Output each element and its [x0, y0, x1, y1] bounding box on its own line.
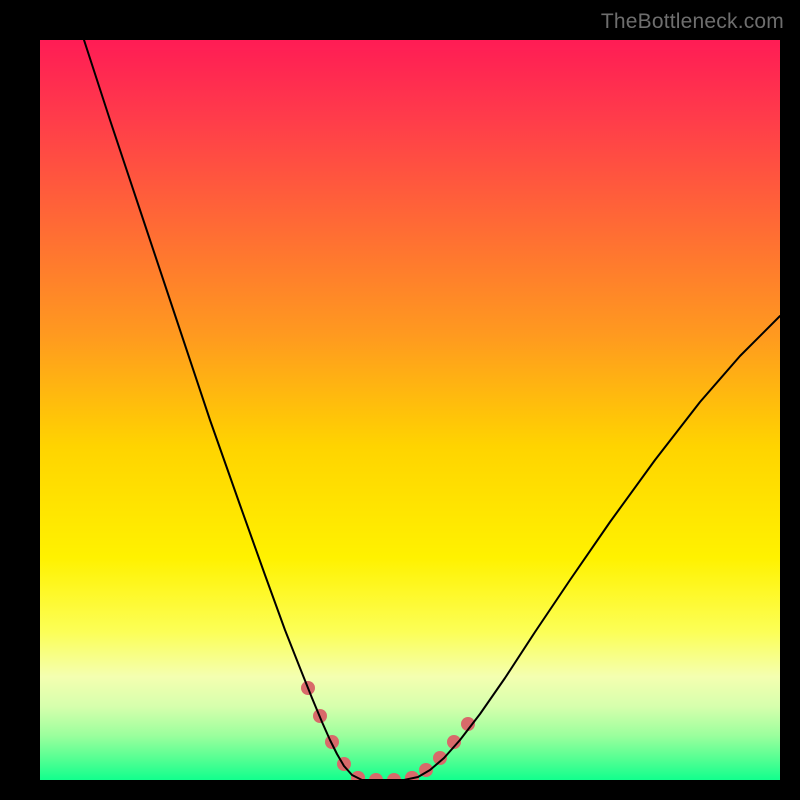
right-curve — [390, 316, 780, 780]
valley-highlight-bottom-bead — [387, 773, 401, 780]
chart-curves — [40, 40, 780, 780]
watermark-text: TheBottleneck.com — [601, 10, 784, 34]
chart-frame: TheBottleneck.com — [0, 0, 800, 800]
plot-area — [40, 40, 780, 780]
left-curve — [84, 40, 390, 780]
valley-highlight-bottom-bead — [369, 773, 383, 780]
